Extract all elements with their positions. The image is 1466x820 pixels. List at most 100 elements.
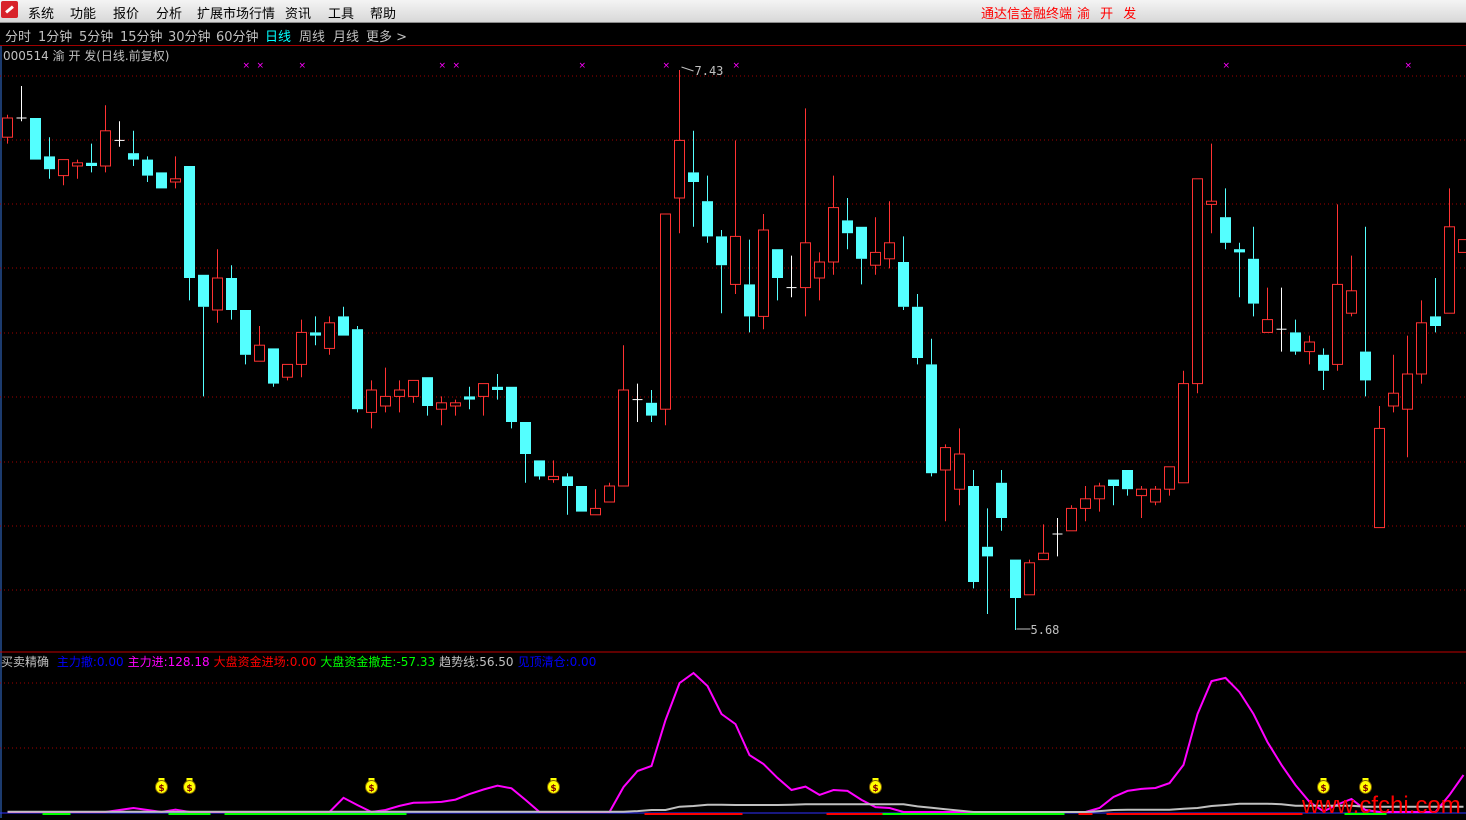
indicator-field-label: 大盘资金撤走:	[320, 655, 396, 669]
indicator-field-value: 0.00	[290, 655, 317, 669]
candle-body	[1108, 480, 1119, 486]
candle	[30, 118, 41, 160]
money-bag-symbol: $	[186, 784, 192, 794]
indicator-field: 趋势线:56.50	[439, 655, 513, 669]
candle-body	[688, 172, 699, 182]
candle-body	[871, 252, 881, 265]
candle	[352, 326, 363, 412]
candle-body	[856, 227, 867, 259]
candle	[1095, 483, 1105, 512]
candle-body	[268, 348, 279, 383]
candle	[661, 214, 671, 425]
candle-body	[759, 230, 769, 316]
candle-body	[44, 156, 55, 169]
candle	[1360, 227, 1371, 397]
candle	[1318, 348, 1329, 390]
candle-body	[815, 262, 825, 278]
candle	[744, 240, 755, 333]
candle	[1347, 256, 1357, 317]
candle-body	[1445, 227, 1455, 313]
candle-body	[744, 284, 755, 316]
candle	[325, 316, 335, 354]
candle	[591, 489, 601, 515]
candle	[226, 265, 237, 319]
indicator-field-value: 128.18	[168, 655, 210, 669]
candle-body	[520, 422, 531, 454]
candle-body	[367, 390, 377, 412]
indicator-field-label: 主力进:	[128, 655, 168, 669]
candle-body	[3, 118, 13, 137]
watermark: www.cfchi.com	[1302, 792, 1461, 820]
signal-marker-icon: ×	[579, 61, 587, 71]
candle	[1039, 524, 1049, 559]
candle	[464, 387, 475, 409]
indicator-field-label: 大盘资金进场:	[214, 655, 290, 669]
candle	[1207, 144, 1217, 234]
candle-body	[213, 278, 223, 310]
candle	[1417, 300, 1427, 383]
candle	[86, 144, 97, 173]
candle-body	[941, 448, 951, 470]
candle-body	[1360, 352, 1371, 381]
indicator-field: 主力撤:0.00	[57, 655, 124, 669]
candle	[702, 176, 713, 243]
candle	[1081, 486, 1091, 521]
candle	[926, 339, 937, 477]
candle-body	[1305, 342, 1315, 352]
signal-marker-icon: ×	[663, 61, 671, 71]
candle-body	[409, 380, 419, 396]
candle	[1277, 288, 1287, 352]
candle-body	[1263, 320, 1273, 333]
indicator-field-label: 见顶清仓:	[518, 655, 570, 669]
indicator-line-trend	[8, 804, 1464, 812]
candle	[255, 326, 265, 361]
candle-body	[142, 160, 153, 176]
candle	[297, 320, 307, 378]
candle-body	[240, 310, 251, 355]
candle	[142, 156, 153, 182]
candle-body	[1010, 560, 1021, 598]
candle-body	[1220, 217, 1231, 243]
candle-body	[576, 486, 587, 512]
money-bag-symbol: $	[158, 784, 164, 794]
candle-body	[437, 403, 447, 409]
signal-marker-icon: ×	[439, 61, 447, 71]
money-bag-icon: $	[156, 778, 168, 794]
candle-body	[255, 345, 265, 361]
indicator-header: 买卖精确 主力撤:0.00主力进:128.18大盘资金进场:0.00大盘资金撤走…	[1, 653, 596, 670]
candle-body	[492, 387, 503, 390]
candle	[675, 70, 685, 233]
candle	[716, 230, 727, 313]
candle	[605, 483, 615, 502]
candle	[240, 310, 251, 364]
candle-body	[1290, 332, 1301, 351]
candle-body	[1430, 316, 1441, 326]
indicator-line-main-inflow	[8, 673, 1464, 812]
indicator-field-label: 趋势线:	[439, 655, 479, 669]
candle	[633, 384, 643, 422]
candle	[492, 374, 503, 400]
candle-body	[156, 172, 167, 188]
candle	[1375, 406, 1385, 528]
candle-body	[619, 390, 629, 486]
signal-marker-icon: ×	[243, 61, 251, 71]
candle	[1234, 243, 1245, 297]
candle	[996, 470, 1007, 531]
candle	[534, 460, 545, 479]
candle-body	[297, 332, 307, 364]
kline-chart[interactable]: ×××××××××× 7.43 5.68 $$$$$$$	[0, 0, 1466, 818]
candle	[955, 428, 965, 505]
candle	[381, 368, 391, 413]
candle-body	[1234, 249, 1245, 252]
candle	[451, 400, 461, 416]
candle-body	[731, 236, 741, 284]
candle	[1151, 486, 1161, 505]
candle	[409, 380, 419, 402]
candle-body	[451, 403, 461, 406]
candle	[1305, 336, 1315, 365]
candle	[787, 256, 797, 298]
signal-markers: ××××××××××	[243, 61, 1413, 629]
candle	[1053, 518, 1063, 556]
candle-body	[646, 403, 657, 416]
candle	[885, 201, 895, 268]
